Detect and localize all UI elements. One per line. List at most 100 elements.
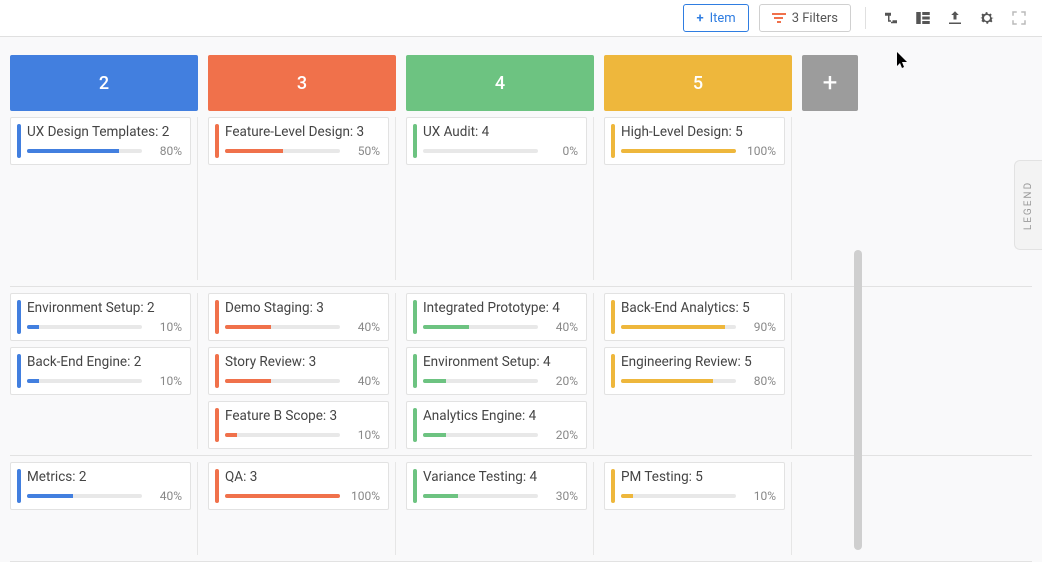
card[interactable]: Back-End Analytics: 5 90%	[604, 293, 785, 341]
card-title: Demo Staging: 3	[225, 300, 380, 316]
card[interactable]: Engineering Review: 5 80%	[604, 347, 785, 395]
card-stripe	[611, 354, 615, 388]
add-item-button[interactable]: + Item	[683, 4, 748, 32]
toolbar: + Item 3 Filters	[0, 0, 1042, 37]
card-title: Variance Testing: 4	[423, 469, 578, 485]
progress-percent: 0%	[544, 144, 578, 158]
progress-bar	[423, 433, 538, 437]
progress-percent: 40%	[346, 320, 380, 334]
progress-bar	[27, 149, 142, 153]
progress-percent: 10%	[148, 320, 182, 334]
layout-icon[interactable]	[912, 7, 934, 29]
card[interactable]: Feature B Scope: 3 10%	[208, 401, 389, 449]
vertical-scrollbar[interactable]	[854, 250, 862, 550]
board-row: Environment Setup: 210% Back-End Engine: …	[10, 293, 1032, 456]
card-stripe	[215, 354, 219, 388]
board-cell: Back-End Analytics: 5 90% Engineering Revi…	[604, 293, 792, 449]
card[interactable]: Story Review: 340%	[208, 347, 389, 395]
board-cell: QA: 3100%	[208, 462, 396, 555]
card[interactable]: Demo Staging: 3 40%	[208, 293, 389, 341]
card-title: Environment Setup: 4	[423, 354, 578, 370]
card[interactable]: Variance Testing: 4 30%	[406, 462, 587, 510]
card[interactable]: QA: 3100%	[208, 462, 389, 510]
card[interactable]: Environment Setup: 210%	[10, 293, 191, 341]
card[interactable]: High-Level Design: 5100%	[604, 117, 785, 165]
progress-bar	[423, 325, 538, 329]
progress-percent: 40%	[544, 320, 578, 334]
progress-bar	[621, 149, 736, 153]
card-title: Feature-Level Design: 3	[225, 124, 380, 140]
card-stripe	[413, 354, 417, 388]
card[interactable]: Metrics: 2 40%	[10, 462, 191, 510]
progress-bar	[423, 149, 538, 153]
card[interactable]: Back-End Engine: 210%	[10, 347, 191, 395]
card-title: UX Audit: 4	[423, 124, 578, 140]
card[interactable]: Integrated Prototype: 4 40%	[406, 293, 587, 341]
progress-percent: 10%	[346, 428, 380, 442]
column-header-4[interactable]: 4	[406, 55, 594, 111]
progress-bar	[225, 494, 340, 498]
card-stripe	[611, 124, 615, 158]
board-cell: PM Testing: 510%	[604, 462, 792, 555]
progress-bar	[423, 494, 538, 498]
card-stripe	[413, 300, 417, 334]
board-cell: Variance Testing: 4 30%	[406, 462, 594, 555]
card-stripe	[215, 469, 219, 503]
board-cell: Feature-Level Design: 350%	[208, 117, 396, 280]
progress-bar	[225, 433, 340, 437]
board-cell: Metrics: 2 40%	[10, 462, 198, 555]
board-cell: UX Audit: 4 0%	[406, 117, 594, 280]
card-stripe	[17, 354, 21, 388]
card-stripe	[413, 408, 417, 442]
progress-percent: 80%	[148, 144, 182, 158]
add-item-label: Item	[710, 11, 736, 26]
progress-percent: 10%	[742, 489, 776, 503]
legend-tab[interactable]: LEGEND	[1014, 160, 1042, 250]
column-header-5[interactable]: 5	[604, 55, 792, 111]
gear-icon[interactable]	[976, 7, 998, 29]
card-stripe	[215, 300, 219, 334]
column-header-3[interactable]: 3	[208, 55, 396, 111]
card-stripe	[413, 469, 417, 503]
add-column-button[interactable]: +	[802, 55, 858, 111]
card[interactable]: UX Design Templates: 2 80%	[10, 117, 191, 165]
card-title: Integrated Prototype: 4	[423, 300, 578, 316]
card-title: Back-End Analytics: 5	[621, 300, 776, 316]
card[interactable]: PM Testing: 510%	[604, 462, 785, 510]
card[interactable]: Feature-Level Design: 350%	[208, 117, 389, 165]
card-title: Metrics: 2	[27, 469, 182, 485]
link-icon[interactable]	[880, 7, 902, 29]
progress-percent: 40%	[148, 489, 182, 503]
filter-icon	[772, 13, 786, 23]
fullscreen-icon[interactable]	[1008, 7, 1030, 29]
progress-percent: 30%	[544, 489, 578, 503]
plus-icon: +	[696, 11, 703, 26]
board: 2345 +	[0, 37, 1042, 111]
progress-percent: 80%	[742, 374, 776, 388]
card-title: Analytics Engine: 4	[423, 408, 578, 424]
card-title: Engineering Review: 5	[621, 354, 776, 370]
card[interactable]: Environment Setup: 420%	[406, 347, 587, 395]
progress-bar	[27, 494, 142, 498]
progress-bar	[423, 379, 538, 383]
board-row: Metrics: 2 40% QA: 3100% Variance Testing: …	[10, 462, 1032, 562]
card[interactable]: Analytics Engine: 420%	[406, 401, 587, 449]
card-title: Story Review: 3	[225, 354, 380, 370]
card-stripe	[17, 469, 21, 503]
progress-percent: 100%	[346, 489, 380, 503]
card-title: UX Design Templates: 2	[27, 124, 182, 140]
card[interactable]: UX Audit: 4 0%	[406, 117, 587, 165]
card-stripe	[413, 124, 417, 158]
progress-percent: 90%	[742, 320, 776, 334]
card-title: Feature B Scope: 3	[225, 408, 380, 424]
column-header-2[interactable]: 2	[10, 55, 198, 111]
board-cell: UX Design Templates: 2 80%	[10, 117, 198, 280]
progress-bar	[621, 325, 736, 329]
filters-button[interactable]: 3 Filters	[759, 4, 851, 32]
progress-bar	[225, 325, 340, 329]
filters-label: 3 Filters	[792, 11, 838, 26]
upload-icon[interactable]	[944, 7, 966, 29]
legend-label: LEGEND	[1023, 180, 1034, 229]
progress-percent: 100%	[742, 144, 776, 158]
board-cell: Demo Staging: 3 40% Story Review: 340% Feat…	[208, 293, 396, 449]
